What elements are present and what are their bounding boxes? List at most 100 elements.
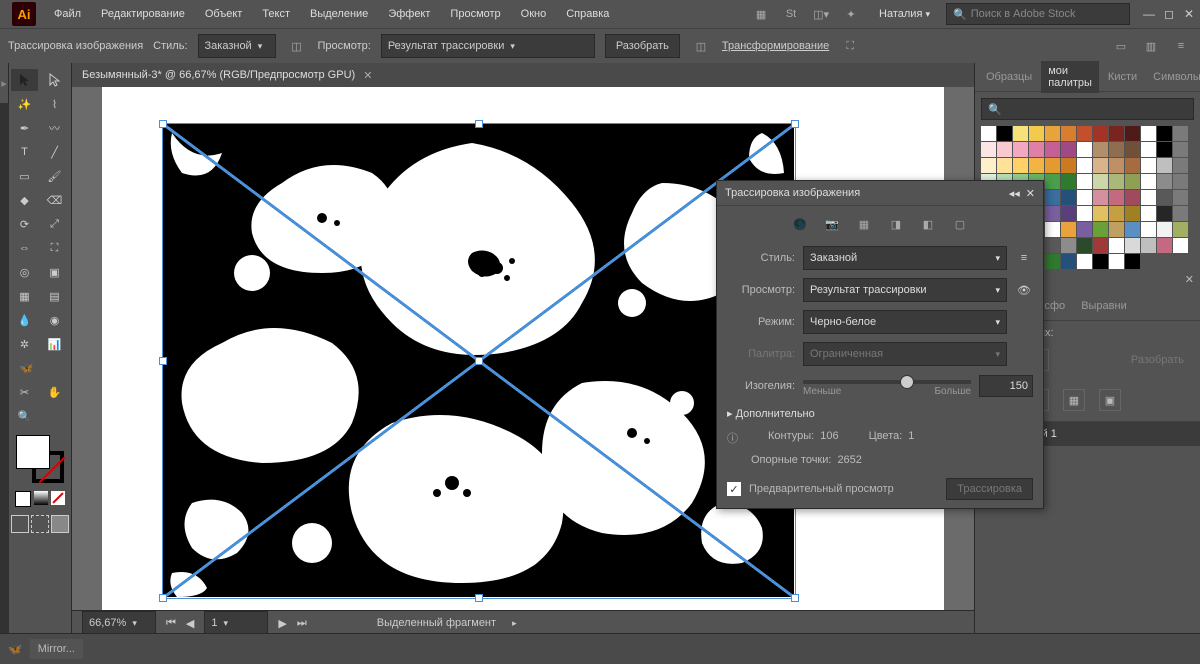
eraser-tool[interactable]: ⌫: [41, 189, 68, 211]
swatch[interactable]: [1093, 174, 1108, 189]
perspective-tool[interactable]: ▣: [41, 261, 68, 283]
swatch[interactable]: [1045, 190, 1060, 205]
trace-panel-icon[interactable]: ◫: [286, 35, 308, 57]
preset-bw-icon[interactable]: ◧: [917, 213, 939, 235]
swatch[interactable]: [997, 126, 1012, 141]
swatch[interactable]: [1061, 126, 1076, 141]
eyedropper-tool[interactable]: 💧: [11, 309, 38, 331]
scale-tool[interactable]: ⤢: [41, 213, 68, 235]
swatch[interactable]: [1173, 222, 1188, 237]
color-mode-solid[interactable]: [15, 491, 31, 507]
graph-tool[interactable]: 📊: [41, 333, 68, 355]
arrange-icon[interactable]: ◫▾: [809, 2, 833, 26]
gpu-icon[interactable]: ✦: [839, 2, 863, 26]
trace-view-dropdown[interactable]: Результат трассировки▾: [803, 278, 1007, 302]
swatch[interactable]: [1093, 206, 1108, 221]
stock-icon[interactable]: St: [779, 2, 803, 26]
swatch[interactable]: [1157, 142, 1172, 157]
swatch[interactable]: [1125, 238, 1140, 253]
shape-builder-tool[interactable]: ◎: [11, 261, 38, 283]
rectangle-tool[interactable]: ▭: [11, 165, 38, 187]
bridge-icon[interactable]: ▦: [749, 2, 773, 26]
swatch[interactable]: [1157, 158, 1172, 173]
zoom-dropdown[interactable]: 66,67%▾: [82, 611, 156, 635]
nav-next-icon[interactable]: ▶: [278, 617, 286, 630]
swatch[interactable]: [1045, 222, 1060, 237]
swatch[interactable]: [1029, 142, 1044, 157]
status-chevron-icon[interactable]: ▸: [512, 618, 517, 629]
swatch[interactable]: [1125, 142, 1140, 157]
swatch[interactable]: [1109, 222, 1124, 237]
minimize-button[interactable]: ―: [1142, 7, 1156, 21]
threshold-slider[interactable]: [803, 380, 971, 384]
swatch[interactable]: [1125, 222, 1140, 237]
mirror-tab[interactable]: Mirror...: [30, 639, 83, 659]
folder-icon[interactable]: [1173, 174, 1188, 189]
swatch-search[interactable]: 🔍: [981, 98, 1194, 120]
draw-normal[interactable]: [11, 515, 29, 533]
traced-artwork[interactable]: [162, 123, 794, 597]
swatch[interactable]: [1061, 174, 1076, 189]
gradient-tool[interactable]: ▤: [41, 285, 68, 307]
swatch[interactable]: [1109, 238, 1124, 253]
menu-select[interactable]: Выделение: [300, 0, 378, 28]
draw-behind[interactable]: [31, 515, 49, 533]
swatch[interactable]: [1093, 126, 1108, 141]
swatch[interactable]: [1013, 158, 1028, 173]
swatch[interactable]: [1029, 158, 1044, 173]
width-tool[interactable]: ⇔: [11, 237, 38, 259]
swatch[interactable]: [1109, 142, 1124, 157]
preset-auto-icon[interactable]: 🌑: [789, 213, 811, 235]
swatch[interactable]: [1029, 126, 1044, 141]
preset-photo-icon[interactable]: 📷: [821, 213, 843, 235]
swatch[interactable]: [1061, 158, 1076, 173]
menu-edit[interactable]: Редактирование: [91, 0, 195, 28]
swatch[interactable]: [1109, 126, 1124, 141]
swatch[interactable]: [1157, 190, 1172, 205]
fill-stroke-swatch[interactable]: [16, 435, 64, 483]
swatch[interactable]: [1141, 174, 1156, 189]
preset-outline-icon[interactable]: ▢: [949, 213, 971, 235]
swatch[interactable]: [1013, 142, 1028, 157]
swatch[interactable]: [1109, 206, 1124, 221]
folder-icon[interactable]: [1173, 126, 1188, 141]
collapse-icon[interactable]: ◂◂: [1009, 187, 1020, 200]
swatch[interactable]: [1093, 142, 1108, 157]
blend-tool[interactable]: ◉: [41, 309, 68, 331]
folder-icon[interactable]: [1173, 190, 1188, 205]
folder-icon[interactable]: [1173, 158, 1188, 173]
swatch[interactable]: [1093, 254, 1108, 269]
swatch[interactable]: [1061, 238, 1076, 253]
align-icon[interactable]: ▭: [1110, 35, 1132, 57]
swatch[interactable]: [1157, 126, 1172, 141]
type-tool[interactable]: T: [11, 141, 38, 163]
swatch[interactable]: [1061, 190, 1076, 205]
swatch[interactable]: [1141, 126, 1156, 141]
curvature-tool[interactable]: 〰: [41, 117, 68, 139]
fill-swatch[interactable]: [16, 435, 50, 469]
trace-style-menu-icon[interactable]: ≡: [1015, 252, 1033, 264]
swatch[interactable]: [1109, 158, 1124, 173]
swatch[interactable]: [1077, 190, 1092, 205]
nav-last-icon[interactable]: ⏭: [297, 617, 307, 630]
artboard-nav[interactable]: 1▾: [204, 611, 268, 635]
menu-window[interactable]: Окно: [511, 0, 557, 28]
menu-object[interactable]: Объект: [195, 0, 252, 28]
swatch[interactable]: [1125, 254, 1140, 269]
close-button[interactable]: ✕: [1182, 7, 1196, 21]
pen-tool[interactable]: ✒: [11, 117, 38, 139]
pathfinder-merge-icon[interactable]: ▦: [1063, 389, 1085, 411]
color-mode-gradient[interactable]: [34, 491, 48, 505]
swatch[interactable]: [1077, 222, 1092, 237]
swatch[interactable]: [1109, 190, 1124, 205]
swatch[interactable]: [1013, 126, 1028, 141]
draw-inside[interactable]: [51, 515, 69, 533]
direct-selection-tool[interactable]: [41, 69, 68, 91]
swatch[interactable]: [1045, 254, 1060, 269]
nav-prev-icon[interactable]: ◀: [186, 617, 194, 630]
rotate-tool[interactable]: ⟳: [11, 213, 38, 235]
toolbar-expand[interactable]: ▸: [0, 63, 9, 103]
maximize-button[interactable]: ◻: [1162, 7, 1176, 21]
menu-help[interactable]: Справка: [556, 0, 619, 28]
swatch[interactable]: [1061, 142, 1076, 157]
